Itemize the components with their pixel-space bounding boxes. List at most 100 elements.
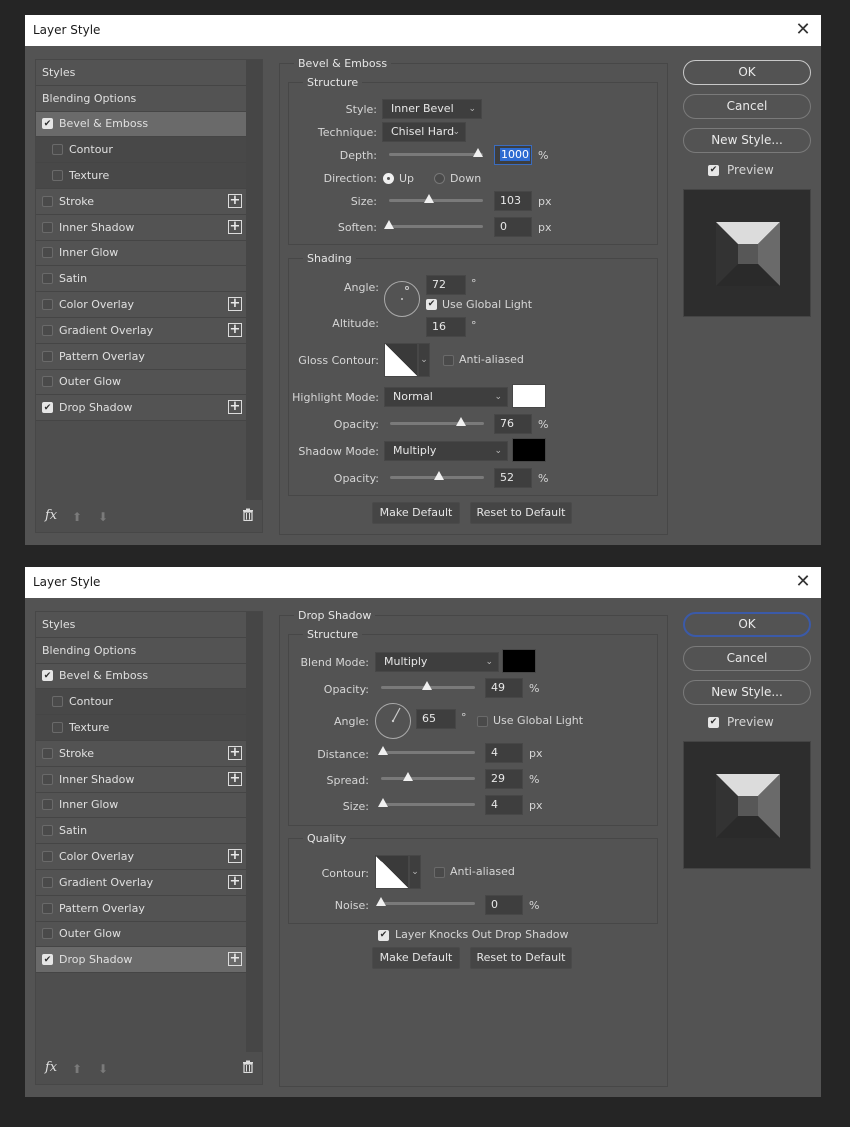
size-slider[interactable] <box>389 194 483 203</box>
size-input[interactable]: 4 <box>485 795 523 815</box>
checkbox[interactable] <box>52 144 63 156</box>
use-global-light-checkbox[interactable]: ✔ <box>426 299 437 310</box>
sidebar-item-satin[interactable]: Satin <box>36 818 246 845</box>
sidebar-item-blending-options[interactable]: Blending Options <box>36 637 246 664</box>
checkbox[interactable] <box>42 324 53 336</box>
gloss-contour-dropdown[interactable]: ⌄ <box>418 343 430 377</box>
opacity-input[interactable]: 49 <box>485 678 523 698</box>
sidebar-item-satin[interactable]: Satin <box>36 266 246 293</box>
direction-down-radio[interactable] <box>434 173 445 184</box>
slider-thumb[interactable] <box>433 471 444 480</box>
slider-thumb[interactable] <box>424 194 435 203</box>
sidebar-item-outer-glow[interactable]: Outer Glow <box>36 921 246 948</box>
angle-input[interactable]: 65 <box>416 709 456 729</box>
soften-slider[interactable] <box>384 220 483 229</box>
sidebar-item-gradient-overlay[interactable]: Gradient Overlay + <box>36 317 246 344</box>
fx-icon[interactable]: fx <box>45 508 57 523</box>
opacity-slider[interactable] <box>381 681 475 690</box>
sidebar-item-inner-glow[interactable]: Inner Glow <box>36 240 246 267</box>
sidebar-item-bevel-emboss[interactable]: ✔ Bevel & Emboss <box>36 663 246 690</box>
add-instance-icon[interactable]: + <box>228 322 242 337</box>
checkbox[interactable] <box>42 350 53 362</box>
style-select[interactable]: Inner Bevel ⌄ <box>382 99 482 119</box>
noise-slider[interactable] <box>376 897 475 906</box>
highlight-mode-select[interactable]: Normal ⌄ <box>384 387 508 407</box>
checkbox[interactable] <box>42 195 53 207</box>
slider-thumb[interactable] <box>377 798 388 807</box>
add-instance-icon[interactable]: + <box>228 849 242 864</box>
sidebar-item-styles[interactable]: Styles <box>36 60 246 86</box>
sidebar-item-inner-shadow[interactable]: Inner Shadow + <box>36 214 246 241</box>
slider-thumb[interactable] <box>456 417 467 426</box>
checkbox[interactable] <box>42 876 53 888</box>
new-style-button[interactable]: New Style... <box>683 128 811 153</box>
angle-dial[interactable] <box>375 703 411 739</box>
checkbox[interactable] <box>42 902 53 914</box>
checkbox[interactable]: ✔ <box>42 670 53 682</box>
add-instance-icon[interactable]: + <box>228 193 242 208</box>
slider-thumb[interactable] <box>376 897 386 906</box>
sidebar-item-color-overlay[interactable]: Color Overlay + <box>36 292 246 318</box>
checkbox[interactable] <box>42 299 53 311</box>
make-default-button[interactable]: Make Default <box>372 502 460 524</box>
close-icon[interactable]: ✕ <box>793 19 813 41</box>
altitude-input[interactable]: 16 <box>426 317 466 337</box>
anti-aliased-checkbox[interactable] <box>434 867 445 878</box>
sidebar-item-texture[interactable]: Texture <box>36 715 246 741</box>
contour-dropdown[interactable]: ⌄ <box>409 855 421 889</box>
fx-icon[interactable]: fx <box>45 1060 57 1075</box>
noise-input[interactable]: 0 <box>485 895 523 915</box>
checkbox[interactable] <box>42 747 53 759</box>
move-down-icon[interactable]: ⬇ <box>98 1062 108 1076</box>
shadow-opacity-input[interactable]: 52 <box>494 468 532 488</box>
sidebar-item-inner-shadow[interactable]: Inner Shadow + <box>36 766 246 793</box>
depth-slider[interactable] <box>389 148 484 157</box>
highlight-opacity-input[interactable]: 76 <box>494 414 532 434</box>
sidebar-item-contour[interactable]: Contour <box>36 689 246 716</box>
shadow-color-swatch[interactable] <box>502 649 536 673</box>
checkbox[interactable] <box>42 928 53 940</box>
checkbox[interactable] <box>42 221 53 233</box>
sidebar-item-inner-glow[interactable]: Inner Glow <box>36 792 246 819</box>
checkbox[interactable] <box>42 247 53 259</box>
technique-select[interactable]: Chisel Hard ⌄ <box>382 122 466 142</box>
add-instance-icon[interactable]: + <box>228 952 242 967</box>
new-style-button[interactable]: New Style... <box>683 680 811 705</box>
preview-checkbox[interactable]: ✔ <box>708 165 719 176</box>
checkbox[interactable] <box>52 696 63 708</box>
reset-to-default-button[interactable]: Reset to Default <box>470 502 572 524</box>
sidebar-item-contour[interactable]: Contour <box>36 137 246 164</box>
direction-up-radio[interactable] <box>383 173 394 184</box>
checkbox[interactable] <box>52 170 63 182</box>
knockout-checkbox[interactable]: ✔ <box>378 930 389 941</box>
highlight-opacity-slider[interactable] <box>390 417 484 426</box>
contour-picker[interactable] <box>375 855 409 889</box>
cancel-button[interactable]: Cancel <box>683 646 811 671</box>
checkbox[interactable] <box>42 773 53 785</box>
checkbox[interactable] <box>42 376 53 388</box>
size-input[interactable]: 103 <box>494 191 532 211</box>
checkbox[interactable]: ✔ <box>42 402 53 414</box>
add-instance-icon[interactable]: + <box>228 219 242 234</box>
sidebar-item-styles[interactable]: Styles <box>36 612 246 638</box>
sidebar-item-outer-glow[interactable]: Outer Glow <box>36 369 246 396</box>
spread-input[interactable]: 29 <box>485 769 523 789</box>
distance-input[interactable]: 4 <box>485 743 523 763</box>
add-instance-icon[interactable]: + <box>228 400 242 415</box>
sidebar-item-gradient-overlay[interactable]: Gradient Overlay + <box>36 869 246 896</box>
sidebar-item-stroke[interactable]: Stroke + <box>36 740 246 767</box>
styles-list-scrollbar[interactable] <box>246 612 262 1052</box>
ok-button[interactable]: OK <box>683 60 811 85</box>
sidebar-item-pattern-overlay[interactable]: Pattern Overlay <box>36 895 246 922</box>
slider-thumb[interactable] <box>473 148 484 157</box>
size-slider[interactable] <box>377 798 475 807</box>
sidebar-item-pattern-overlay[interactable]: Pattern Overlay <box>36 343 246 370</box>
make-default-button[interactable]: Make Default <box>372 947 460 969</box>
soften-input[interactable]: 0 <box>494 217 532 237</box>
ok-button[interactable]: OK <box>683 612 811 637</box>
add-instance-icon[interactable]: + <box>228 874 242 889</box>
sidebar-item-stroke[interactable]: Stroke + <box>36 188 246 215</box>
sidebar-item-drop-shadow[interactable]: ✔ Drop Shadow + <box>36 395 246 422</box>
use-global-light-checkbox[interactable] <box>477 716 488 727</box>
reset-to-default-button[interactable]: Reset to Default <box>470 947 572 969</box>
